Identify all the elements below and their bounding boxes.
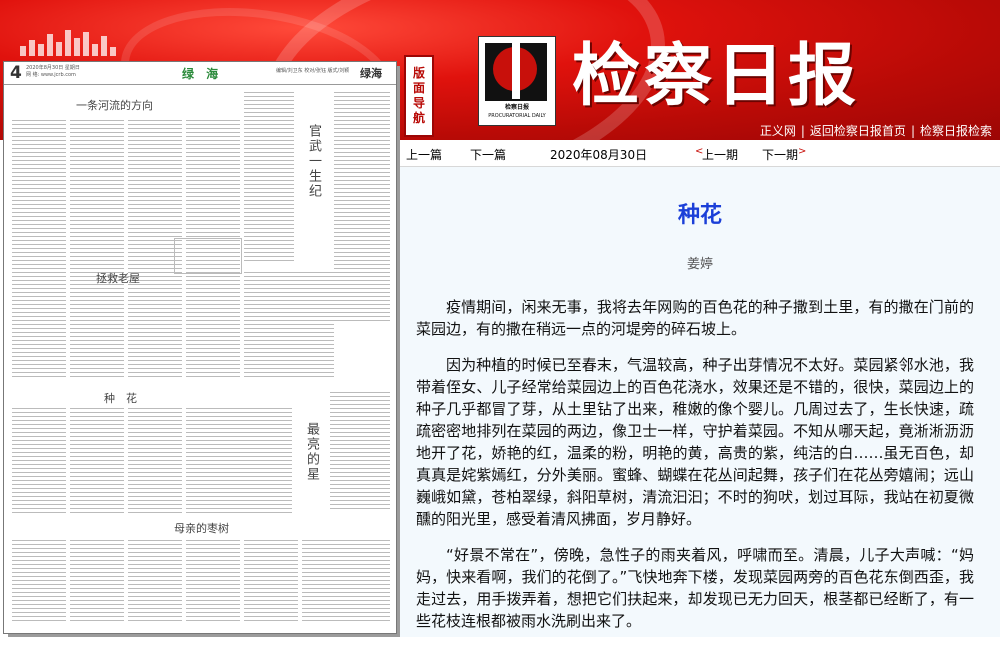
link-search[interactable]: 检察日报检索 [920,124,992,138]
preview-text-block [244,540,298,622]
preview-section-mark: 绿海 [360,67,382,80]
link-home[interactable]: 返回检察日报首页 [810,124,906,138]
preview-header: 4 2020年8月30日 星期日 网 络: www.jcrb.com 绿 海 编… [4,62,396,85]
preview-page-number: 4 [10,63,22,83]
preview-text-block [128,540,182,622]
preview-caption-box [174,238,242,274]
preview-website: 网 络: www.jcrb.com [26,72,76,78]
preview-text-block [330,392,390,512]
preview-text-block [12,408,66,514]
preview-headline-old-house[interactable]: 拯救老屋 [96,270,140,286]
next-issue-arrow-icon: > [798,146,807,157]
preview-text-block [244,92,294,262]
article-toolbar: 上一篇 下一篇 2020年08月30日 < 上一期 下一期 > [400,140,1000,167]
article-author: 姜婷 [686,257,713,272]
preview-text-block [186,540,240,622]
preview-text-block [70,540,124,622]
preview-text-block [70,292,124,380]
prev-article-link[interactable]: 上一篇 [406,146,442,163]
preview-text-block [186,408,292,514]
procuratorial-daily-logo: 检察日报 PROCURATORIAL DAILY [478,36,556,126]
preview-text-block [12,292,66,380]
article-content: 种花 姜婷 疫情期间，闲来无事，我将去年网购的百色花的种子撒到土里，有的撒在门前… [400,167,1000,637]
preview-text-block [12,120,66,310]
preview-headline-brightest-star[interactable]: 最亮的星 [302,422,321,482]
next-article-link[interactable]: 下一篇 [470,146,506,163]
next-issue-link[interactable]: 下一期 [762,146,798,163]
preview-text-block [186,276,240,380]
article-title: 种花 [677,203,722,228]
top-links: 正义网 | 返回检察日报首页 | 检察日报检索 [759,124,992,138]
preview-headline-river[interactable]: 一条河流的方向 [76,97,153,113]
prev-issue-link[interactable]: 上一期 [702,146,738,163]
preview-editors: 编辑/刘卫东 校对/张钰 版式/刘颖 [276,68,350,74]
preview-headline-flower[interactable]: 种 花 [104,390,137,406]
banner-bars-decoration [20,28,120,56]
link-zhengyi-net[interactable]: 正义网 [760,124,796,138]
newspaper-title: 检察日报 [572,36,861,116]
preview-text-block [70,408,124,514]
issue-date: 2020年08月30日 [550,148,648,162]
page-preview[interactable]: 4 2020年8月30日 星期日 网 络: www.jcrb.com 绿 海 编… [3,61,397,634]
article-body: 疫情期间，闲来无事，我将去年网购的百色花的种子撒到土里，有的撒在门前的菜园边，有… [416,296,974,646]
article-paragraph: 疫情期间，闲来无事，我将去年网购的百色花的种子撒到土里，有的撒在门前的菜园边，有… [416,298,974,338]
preview-text-block [128,292,182,380]
preview-text-block [12,540,66,622]
preview-section-name: 绿 海 [182,67,223,81]
preview-date: 2020年8月30日 星期日 [26,65,80,71]
page-navigation-tag[interactable]: 版 面 导 航 [404,55,434,137]
preview-text-block [244,272,334,380]
preview-text-block [302,540,390,622]
preview-headline-date-tree[interactable]: 母亲的枣树 [174,520,229,536]
article-paragraph: “好景不常在”，傍晚，急性子的雨夹着风，呼啸而至。清晨，儿子大声喊：“妈妈，快来… [416,546,974,630]
preview-headline-prosecutor[interactable]: 官武一生纪 [304,124,323,199]
preview-text-block [128,408,182,514]
preview-text-block [334,92,390,322]
article-paragraph: 因为种植的时候已至春末，气温较高，种子出芽情况不太好。菜园紧邻水池，我带着侄女、… [416,356,974,528]
